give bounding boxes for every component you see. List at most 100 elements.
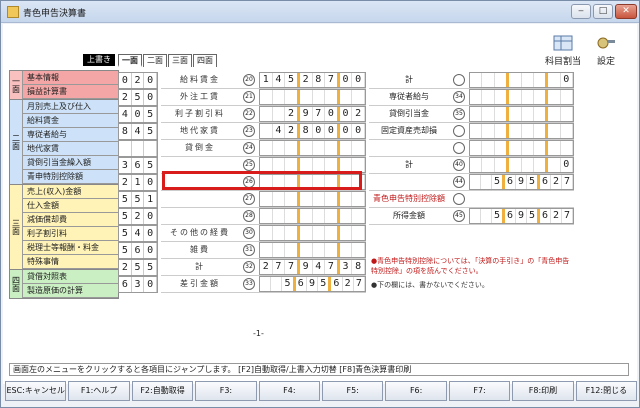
sidebar-item[interactable]: 月別売上及び仕入 (22, 100, 118, 114)
code-field[interactable] (118, 140, 158, 157)
settings-tool[interactable]: 設定 (595, 34, 617, 67)
function-key-button[interactable]: F12:閉じる (575, 381, 638, 401)
amount-digit (522, 124, 534, 138)
amount-digit: 7 (285, 260, 300, 274)
maximize-button[interactable]: □ (593, 4, 613, 19)
tab-2[interactable]: 二面 (143, 54, 167, 67)
sidebar-section-label: 一面 (10, 71, 22, 99)
sidebar-item[interactable]: 専従者給与 (22, 128, 118, 142)
sidebar-item[interactable]: 特殊事情 (22, 255, 118, 269)
sidebar-item[interactable]: 貸倒引当金繰入額 (22, 156, 118, 170)
amount-field[interactable] (259, 225, 366, 241)
amount-digit: 7 (562, 209, 573, 223)
code-digit: 4 (119, 107, 132, 122)
code-field[interactable]: 560 (118, 242, 158, 259)
amount-field[interactable] (259, 89, 366, 105)
amount-digit (285, 226, 300, 240)
amount-field[interactable]: 0 (469, 157, 574, 173)
minimize-button[interactable]: ‒ (571, 4, 591, 19)
code-digit: 5 (119, 243, 132, 258)
amount-digit (285, 90, 300, 104)
tab-3[interactable]: 三面 (168, 54, 192, 67)
sidebar-item[interactable]: 売上(収入)金額 (22, 185, 118, 199)
sidebar-item[interactable]: 製造原価の計算 (22, 284, 118, 298)
code-field[interactable]: 405 (118, 106, 158, 123)
sidebar-item[interactable]: 青申特別控除額 (22, 170, 118, 184)
amount-field[interactable] (259, 191, 366, 207)
code-field[interactable]: 845 (118, 123, 158, 140)
amount-digit: 2 (343, 277, 354, 291)
code-field[interactable]: 365 (118, 157, 158, 174)
page-number: -1- (253, 329, 264, 338)
subject-split-icon (553, 35, 573, 51)
amount-digit (509, 90, 522, 104)
amount-field[interactable] (469, 106, 574, 122)
amount-field[interactable] (469, 123, 574, 139)
sidebar-item[interactable]: 基本情報 (22, 71, 118, 85)
amount-field[interactable]: 14528700 (259, 72, 366, 88)
right-row-label: 青色申告特別控除額 (373, 194, 445, 203)
code-field[interactable]: 630 (118, 276, 158, 293)
amount-field[interactable]: 0 (469, 72, 574, 88)
function-key-button[interactable]: F1:ヘルプ (68, 381, 130, 401)
form-row-number: 20 (243, 74, 255, 86)
sidebar-item[interactable]: 税理士等報酬・料金 (22, 241, 118, 255)
amount-field[interactable] (259, 208, 366, 224)
function-key-button[interactable]: F8:印刷 (512, 381, 574, 401)
subject-split-tool[interactable]: 科目割当 (545, 34, 581, 67)
code-field[interactable]: 551 (118, 191, 158, 208)
sidebar-item[interactable]: 仕入金額 (22, 199, 118, 213)
code-digit: 4 (132, 124, 145, 139)
amount-field[interactable]: 5695627 (469, 174, 574, 190)
close-button[interactable]: ✕ (615, 4, 637, 19)
form-row: 給料賃金 20 1 4 5 2 8 7 0 0 (161, 72, 366, 89)
code-field[interactable]: 250 (118, 89, 158, 106)
amount-digit: 0 (561, 158, 573, 172)
amount-field[interactable]: 5695627 (469, 208, 574, 224)
sidebar-item[interactable]: 損益計算書 (22, 85, 118, 99)
amount-digit: 4 (273, 73, 286, 87)
amount-digit: 0 (340, 124, 353, 138)
right-row-number (453, 193, 465, 205)
amount-digit (273, 107, 286, 121)
code-digit (132, 141, 145, 156)
form-row-label (161, 191, 239, 207)
form-row: 28 (161, 208, 366, 225)
amount-field[interactable]: 4280000 (259, 123, 366, 139)
amount-digit (313, 209, 326, 223)
function-key-button[interactable]: ESC:キャンセル (5, 381, 67, 401)
function-key-button[interactable]: F3: (195, 381, 257, 401)
function-key-button[interactable]: F2:自動取得 (131, 381, 194, 401)
code-field[interactable]: 020 (118, 72, 158, 89)
sidebar-item[interactable]: 貸借対照表 (22, 270, 118, 284)
amount-field[interactable]: 297002 (259, 106, 366, 122)
sidebar-item[interactable]: 利子割引料 (22, 227, 118, 241)
amount-field[interactable] (469, 140, 574, 156)
amount-digit (534, 124, 549, 138)
code-field[interactable]: 255 (118, 259, 158, 276)
amount-field[interactable]: 5695627 (259, 276, 366, 292)
right-row-label: 計 (405, 75, 413, 84)
amount-field[interactable] (469, 89, 574, 105)
function-key-button[interactable]: F5: (322, 381, 384, 401)
sidebar-item[interactable]: 給料賃金 (22, 114, 118, 128)
code-field[interactable]: 210 (118, 174, 158, 191)
tab-1[interactable]: 一面 (118, 54, 142, 67)
sidebar-item[interactable]: 減価償却費 (22, 213, 118, 227)
amount-field[interactable] (259, 242, 366, 258)
function-key-button[interactable]: F7: (448, 381, 511, 401)
amount-digit (260, 141, 273, 155)
code-field[interactable]: 520 (118, 208, 158, 225)
amount-field[interactable]: 27794738 (259, 259, 366, 275)
sidebar-item[interactable]: 地代家賃 (22, 142, 118, 156)
amount-digit (534, 90, 549, 104)
function-key-button[interactable]: F6: (385, 381, 447, 401)
tab-4[interactable]: 四面 (193, 54, 217, 67)
amount-digit: 8 (300, 124, 313, 138)
amount-digit (522, 90, 534, 104)
code-field[interactable]: 540 (118, 225, 158, 242)
function-key-button[interactable]: F4: (258, 381, 321, 401)
form-row-number: 24 (243, 142, 255, 154)
amount-digit (482, 107, 495, 121)
amount-field[interactable] (259, 140, 366, 156)
